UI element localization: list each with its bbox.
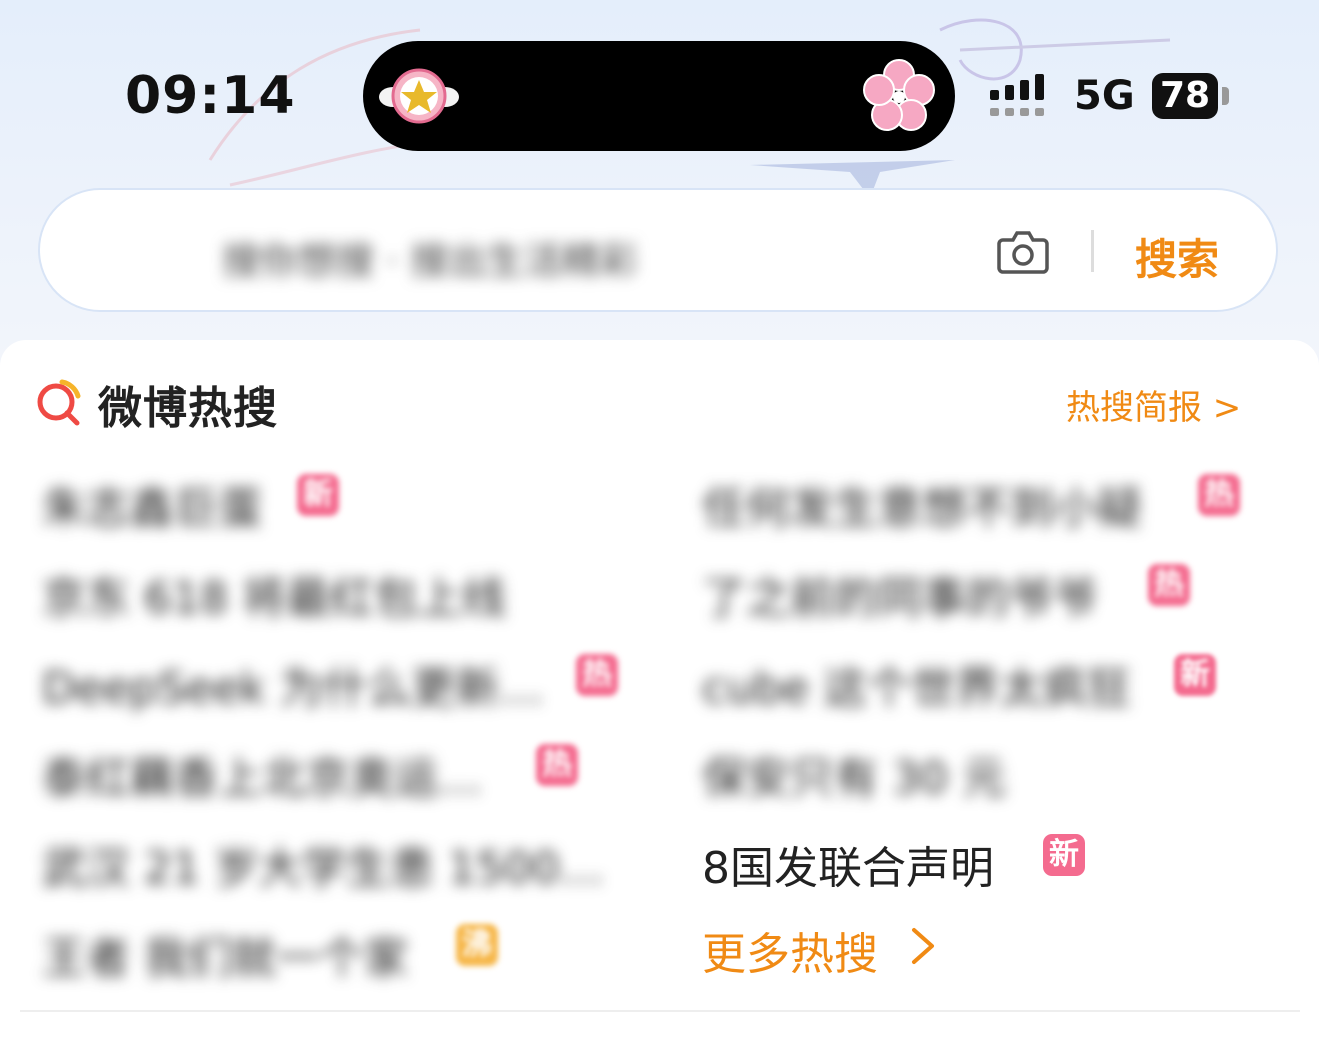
new-badge: 新 — [1174, 654, 1216, 696]
new-badge: 新 — [297, 474, 339, 516]
list-item[interactable]: 京东 618 将最红包上线 — [42, 562, 506, 626]
hot-badge: 热 — [1198, 474, 1240, 516]
list-item[interactable]: DeepSeek 为什么更新… — [42, 652, 544, 716]
search-placeholder[interactable]: 搜你想搜 · 搜出生活精彩 — [222, 230, 638, 285]
chevron-right-icon[interactable] — [908, 924, 938, 968]
more-hot-search-link[interactable]: 更多热搜 — [702, 918, 878, 982]
hot-search-brief-link[interactable]: 热搜简报 > — [1066, 380, 1241, 429]
star-wing-icon — [379, 68, 459, 124]
hot-badge: 热 — [536, 744, 578, 786]
list-item[interactable]: 泰红藕香上北京奥运… — [42, 742, 482, 806]
new-badge: 新 — [1043, 834, 1085, 876]
hot-search-logo-icon — [37, 379, 81, 426]
network-type: 5G — [1074, 73, 1135, 119]
hot-search-title: 微博热搜 — [98, 383, 278, 434]
list-item[interactable]: 任何发生意想不到小疑 — [702, 472, 1142, 536]
status-time: 09:14 — [125, 66, 296, 126]
list-item[interactable]: 了之前的同事的爷爷 — [702, 562, 1098, 626]
search-divider — [1091, 230, 1094, 272]
list-item[interactable]: 武汉 21 岁大学生患 1500… — [42, 832, 604, 896]
boil-badge: 沸 — [456, 924, 498, 966]
bottom-divider — [20, 1010, 1300, 1012]
list-item[interactable]: 朱志鑫巨蛋 — [42, 472, 262, 536]
battery-nub — [1222, 87, 1229, 105]
list-item[interactable]: 保安只有 30 元 — [702, 742, 1006, 806]
search-button[interactable]: 搜索 — [1135, 226, 1219, 287]
signal-icon — [990, 74, 1044, 116]
hot-badge: 热 — [1148, 564, 1190, 606]
dynamic-island — [363, 41, 955, 151]
list-item[interactable]: 8国发联合声明 — [702, 832, 994, 896]
sakura-icon — [863, 59, 935, 131]
list-item[interactable]: 王者 我们就一个家 — [42, 922, 408, 986]
hot-badge: 热 — [576, 654, 618, 696]
camera-icon[interactable] — [997, 228, 1049, 274]
search-bar[interactable]: 搜你想搜 · 搜出生活精彩 搜索 — [40, 190, 1276, 310]
list-item[interactable]: cube 这个世界太疯狂 — [702, 652, 1131, 716]
battery-indicator: 78 — [1152, 73, 1218, 119]
